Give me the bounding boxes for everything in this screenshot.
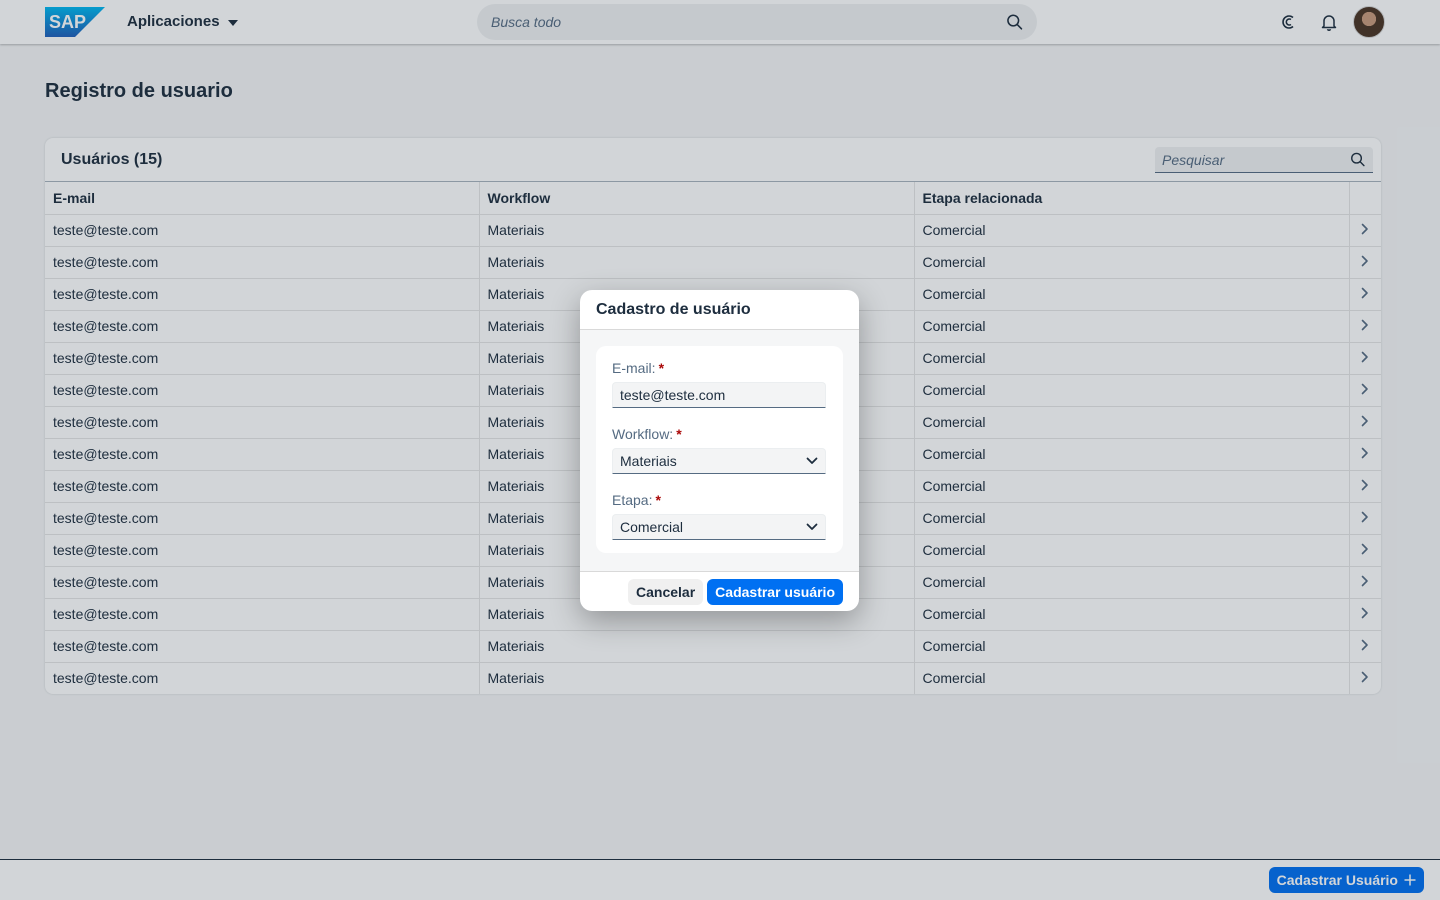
chevron-down-icon[interactable]	[806, 523, 818, 531]
etapa-select[interactable]: Comercial	[612, 514, 826, 540]
email-field-group: E-mail: *	[612, 360, 827, 408]
user-registration-dialog: Cadastro de usuário E-mail: * Workflow: …	[580, 290, 859, 611]
etapa-field-group: Etapa: * Comercial	[612, 492, 827, 540]
etapa-label-text: Etapa:	[612, 492, 653, 508]
required-marker: *	[676, 426, 682, 442]
cancel-button[interactable]: Cancelar	[628, 578, 704, 605]
workflow-label: Workflow: *	[612, 426, 827, 442]
email-field[interactable]	[612, 382, 826, 408]
workflow-label-text: Workflow:	[612, 426, 674, 442]
etapa-select-value: Comercial	[620, 519, 684, 535]
required-marker: *	[655, 492, 661, 508]
required-marker: *	[658, 360, 665, 376]
chevron-down-icon[interactable]	[806, 457, 818, 465]
email-label-text: E-mail:	[612, 360, 656, 376]
workflow-field-group: Workflow: * Materiais	[612, 426, 827, 474]
workflow-select-value: Materiais	[620, 453, 677, 469]
workflow-select[interactable]: Materiais	[612, 448, 826, 474]
email-label: E-mail: *	[612, 360, 827, 376]
dialog-body: E-mail: * Workflow: * Materiais	[580, 330, 859, 571]
dialog-title: Cadastro de usuário	[596, 300, 751, 318]
register-user-button[interactable]: Cadastrar usuário	[707, 578, 843, 605]
dialog-footer: Cancelar Cadastrar usuário	[580, 571, 859, 611]
etapa-label: Etapa: *	[612, 492, 827, 508]
form-card: E-mail: * Workflow: * Materiais	[596, 346, 843, 553]
dialog-header: Cadastro de usuário	[580, 290, 859, 330]
